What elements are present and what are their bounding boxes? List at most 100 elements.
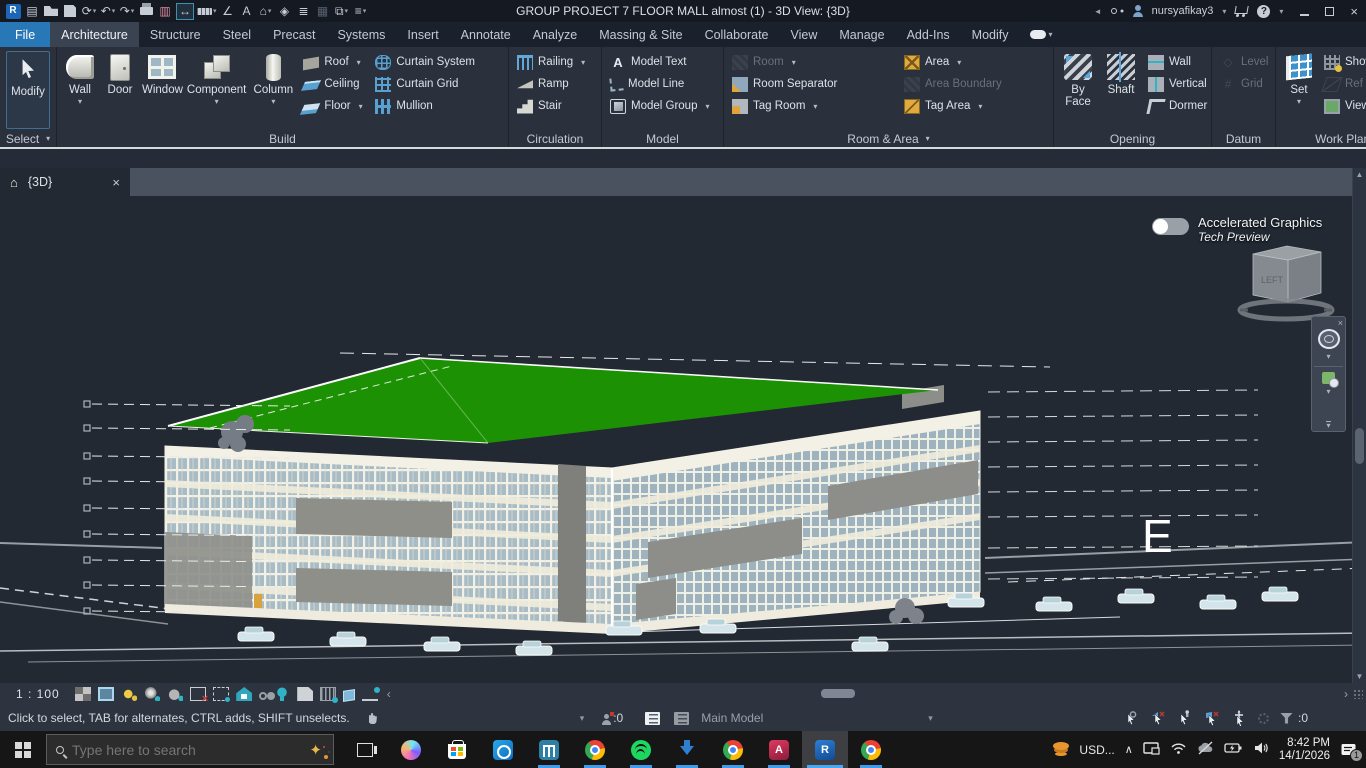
vertical-scroll-thumb[interactable] <box>1355 428 1364 464</box>
save-icon[interactable] <box>62 3 78 20</box>
text-tool-icon[interactable]: A <box>239 3 255 20</box>
tab-analyze[interactable]: Analyze <box>522 22 588 47</box>
opening-dormer-button[interactable]: Dormer <box>1143 96 1212 116</box>
close-hidden-windows-icon[interactable]: ▦ <box>315 3 331 20</box>
model-group-button[interactable]: Model Group <box>605 96 715 116</box>
hscroll-left-icon[interactable]: ‹ <box>382 687 396 701</box>
revit-taskbar-icon[interactable] <box>802 731 848 768</box>
microsoft-store-icon[interactable] <box>434 731 480 768</box>
curtain-grid-button[interactable]: Curtain Grid <box>370 74 480 94</box>
view-cube-left-face-label[interactable]: LEFT <box>1261 275 1284 285</box>
teal-app-icon[interactable] <box>526 731 572 768</box>
elevation-marker-e[interactable]: E <box>1142 510 1173 562</box>
file-properties-icon[interactable]: ▤ <box>24 3 40 20</box>
sun-path-icon[interactable] <box>121 687 137 701</box>
aligned-dimension-icon[interactable]: ↔ <box>176 3 194 20</box>
user-menu-caret-icon[interactable]: ▾ <box>1222 7 1226 16</box>
opening-shaft-button[interactable]: Shaft <box>1099 50 1143 128</box>
currency-widget-icon[interactable] <box>1053 742 1069 750</box>
ceiling-button[interactable]: Ceiling <box>298 74 370 94</box>
select-underlay-elements-icon[interactable] <box>1150 710 1166 726</box>
crop-view-icon[interactable] <box>190 687 206 701</box>
zoom-tool-icon[interactable] <box>1322 372 1335 384</box>
hscroll-right-icon[interactable]: › <box>1339 687 1353 701</box>
tab-add-ins[interactable]: Add-Ins <box>896 22 961 47</box>
search-input[interactable] <box>72 742 301 758</box>
wifi-icon[interactable] <box>1170 741 1187 758</box>
scale-button[interactable]: 1 : 100 <box>0 687 72 701</box>
ref-plane-button[interactable]: Ref Plane <box>1319 74 1366 94</box>
currency-label[interactable]: USD... <box>1079 743 1114 757</box>
tab-architecture[interactable]: Architecture <box>50 22 139 47</box>
rendering-dialog-icon[interactable] <box>167 687 183 701</box>
viewer-button[interactable]: Viewer <box>1319 96 1366 116</box>
column-button[interactable]: Column <box>248 50 298 128</box>
close-view-icon[interactable]: × <box>112 175 120 190</box>
redo-icon[interactable]: ↷▾ <box>119 3 135 20</box>
search-highlights-icon[interactable]: ✦ <box>309 741 322 759</box>
drawing-area[interactable]: E LEFT Accelerated Graphics Tech Preview… <box>0 196 1366 683</box>
select-elements-by-face-icon[interactable] <box>1204 710 1220 726</box>
visual-style-icon[interactable] <box>98 687 114 701</box>
select-panel-label[interactable]: Select <box>0 130 56 147</box>
help-menu-caret-icon[interactable]: ▾ <box>1279 7 1283 16</box>
model-line-button[interactable]: Model Line <box>605 74 715 94</box>
spotify-icon[interactable] <box>618 731 664 768</box>
room-button[interactable]: Room <box>727 52 899 72</box>
model-panel-label[interactable]: Model <box>602 130 723 147</box>
chrome-icon-2[interactable] <box>710 731 756 768</box>
circulation-panel-label[interactable]: Circulation <box>509 130 601 147</box>
help-icon[interactable]: ? <box>1257 5 1270 18</box>
sync-with-central-icon[interactable]: ⟳▾ <box>81 3 97 20</box>
set-work-plane-button[interactable]: Set <box>1279 50 1319 128</box>
section-icon[interactable]: ◈ <box>277 3 293 20</box>
volume-icon[interactable] <box>1253 741 1269 758</box>
angular-dimension-icon[interactable]: ∠ <box>220 3 236 20</box>
window-button[interactable]: Window <box>140 50 185 128</box>
shadows-icon[interactable] <box>144 687 160 701</box>
clock[interactable]: 8:42 PM 14/1/2026 <box>1279 737 1330 763</box>
tab-view[interactable]: View <box>780 22 829 47</box>
tab-steel[interactable]: Steel <box>212 22 263 47</box>
taskbar-search[interactable]: ✦ <box>46 734 334 765</box>
railing-button[interactable]: Railing <box>512 52 590 72</box>
search-icon[interactable] <box>1111 8 1117 14</box>
switch-windows-icon[interactable]: ⧉▾ <box>334 3 350 20</box>
ramp-button[interactable]: Ramp <box>512 74 590 94</box>
view-cube[interactable]: LEFT <box>1240 246 1332 319</box>
tag-room-button[interactable]: Tag Room <box>727 96 899 116</box>
model-text-button[interactable]: AModel Text <box>605 52 715 72</box>
crop-region-visibility-icon[interactable] <box>213 687 229 701</box>
analytical-model-icon[interactable] <box>362 687 378 701</box>
start-button[interactable] <box>0 731 46 768</box>
autocad-icon[interactable] <box>756 731 802 768</box>
tag-area-button[interactable]: Tag Area <box>899 96 1007 116</box>
build-panel-label[interactable]: Build <box>57 130 508 147</box>
onedrive-paused-icon[interactable] <box>1197 741 1214 758</box>
curtain-system-button[interactable]: Curtain System <box>370 52 480 72</box>
zoom-options-caret-icon[interactable]: ▾ <box>1326 387 1330 396</box>
home-icon[interactable]: ⌂ <box>10 175 18 190</box>
view-tab-3d[interactable]: ⌂ {3D} × <box>0 168 130 196</box>
drag-elements-on-selection-icon[interactable] <box>1231 710 1247 726</box>
wheel-options-caret-icon[interactable]: ▾ <box>1326 352 1330 361</box>
restore-button[interactable] <box>1325 4 1334 19</box>
level-button[interactable]: ◇Level <box>1215 52 1274 72</box>
chrome-icon-1[interactable] <box>572 731 618 768</box>
worksets-editable-icon[interactable] <box>602 720 611 725</box>
download-manager-icon[interactable] <box>664 731 710 768</box>
tab-massing-site[interactable]: Massing & Site <box>588 22 693 47</box>
print-icon[interactable] <box>138 3 154 20</box>
minimize-button[interactable] <box>1300 4 1309 19</box>
scroll-up-icon[interactable]: ▲ <box>1353 168 1366 181</box>
search-collapse-icon[interactable]: ◄ <box>1094 7 1102 16</box>
door-button[interactable]: Door <box>100 50 140 128</box>
opening-by-face-button[interactable]: By Face <box>1057 50 1099 128</box>
tab-insert[interactable]: Insert <box>396 22 449 47</box>
show-work-plane-button[interactable]: Show <box>1319 52 1366 72</box>
room-separator-button[interactable]: Room Separator <box>727 74 899 94</box>
notification-center-icon[interactable]: 1 <box>1340 742 1358 758</box>
active-workset-select[interactable]: Main Model <box>701 711 763 725</box>
displaced-elements-icon[interactable] <box>320 687 336 701</box>
undo-icon[interactable]: ↶▾ <box>100 3 116 20</box>
